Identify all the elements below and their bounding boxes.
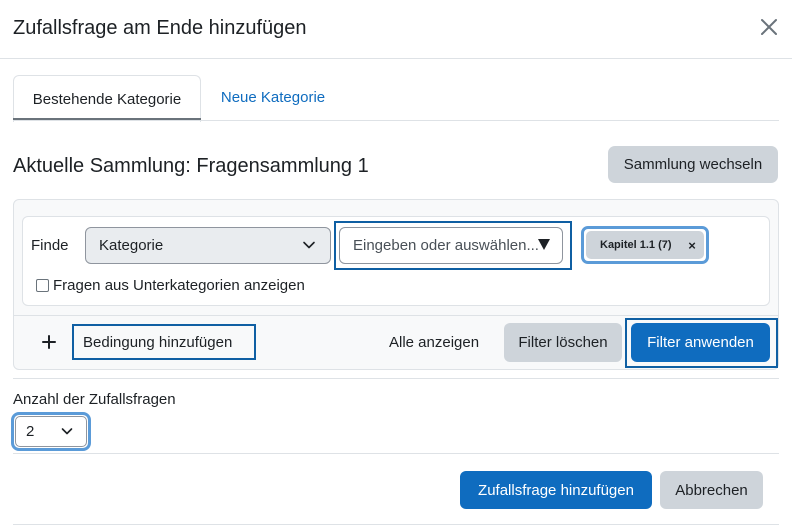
chevron-down-icon [61, 428, 73, 435]
remove-tag-icon[interactable]: × [686, 238, 698, 253]
show-all-button[interactable]: Alle anzeigen [389, 334, 479, 351]
chevron-down-icon [303, 241, 315, 249]
add-random-question-button[interactable]: Zufallsfrage hinzufügen [460, 471, 652, 509]
selected-category-label: Kapitel 1.1 (7) [600, 239, 672, 251]
find-label: Finde [31, 237, 69, 254]
condition-type-value: Kategorie [99, 237, 164, 254]
tab-new-category[interactable]: Neue Kategorie [205, 75, 341, 120]
header-divider [0, 58, 792, 59]
close-button[interactable] [756, 14, 782, 40]
modal-title: Zufallsfrage am Ende hinzufügen [13, 17, 307, 39]
search-placeholder: Eingeben oder auswählen... [353, 237, 539, 254]
condition-type-select[interactable]: Kategorie [85, 227, 331, 264]
plus-icon[interactable] [42, 335, 56, 349]
footer-divider [13, 453, 779, 454]
clear-filter-button[interactable]: Filter löschen [504, 323, 622, 362]
apply-filter-button[interactable]: Filter anwenden [631, 323, 770, 362]
cancel-button[interactable]: Abbrechen [660, 471, 763, 509]
switch-collection-button[interactable]: Sammlung wechseln [608, 146, 778, 183]
random-count-value: 2 [26, 423, 35, 440]
collection-title: Aktuelle Sammlung: Fragensammlung 1 [13, 155, 369, 177]
tabs-divider [13, 120, 779, 121]
close-icon[interactable] [760, 18, 778, 36]
filter-divider [14, 315, 778, 316]
subcategories-checkbox[interactable] [36, 279, 49, 292]
random-count-select[interactable]: 2 [15, 416, 87, 447]
section-divider [13, 378, 779, 379]
dropdown-caret-icon[interactable] [538, 239, 550, 250]
random-count-label: Anzahl der Zufallsfragen [13, 391, 176, 408]
subcategories-label: Fragen aus Unterkategorien anzeigen [53, 277, 305, 294]
tab-existing-category[interactable]: Bestehende Kategorie [13, 75, 201, 122]
add-condition-button[interactable]: Bedingung hinzufügen [83, 334, 232, 351]
category-search-input[interactable]: Eingeben oder auswählen... [339, 227, 563, 264]
bottom-divider [13, 524, 779, 525]
